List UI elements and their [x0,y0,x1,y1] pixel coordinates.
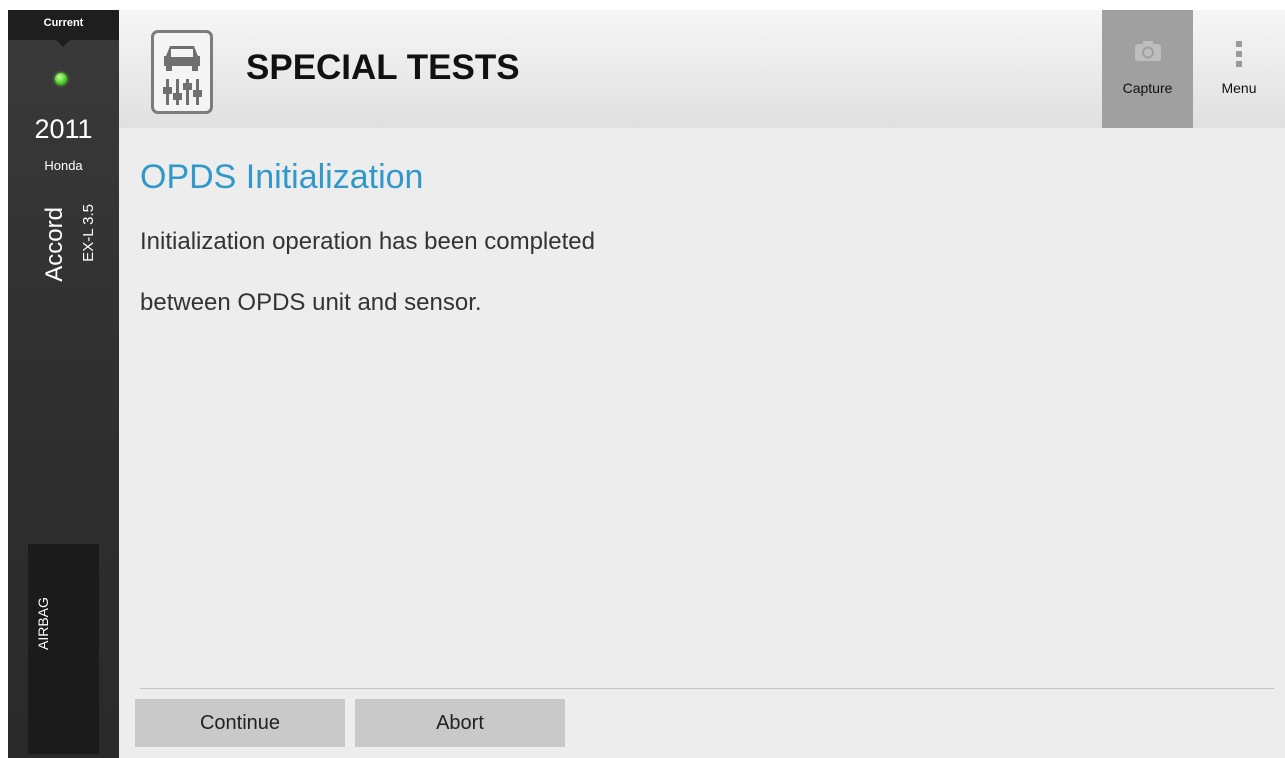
status-led-icon [55,73,67,85]
vehicle-year: 2011 [34,114,93,144]
page-title: SPECIAL TESTS [246,48,520,87]
camera-icon [1134,40,1162,65]
car-lift-icon [151,30,213,114]
vehicle-make: Honda [44,158,83,173]
capture-button[interactable]: Capture [1102,10,1193,128]
system-label: AIRBAG [35,597,51,650]
vehicle-trim: EX-L 3.5 [80,204,97,262]
current-tab[interactable]: Current [8,10,119,47]
menu-label: Menu [1221,80,1257,96]
app-window: Current 2011 Honda Accord EX-L 3.5 AIRBA… [8,10,1285,758]
status-message-line-1: Initialization operation has been comple… [140,228,595,255]
status-message-line-2: between OPDS unit and sensor. [140,289,482,316]
vehicle-model: Accord [41,207,68,282]
divider [140,688,1274,689]
capture-label: Capture [1122,80,1173,96]
test-title: OPDS Initialization [140,158,424,196]
vehicle-sidebar: Current 2011 Honda Accord EX-L 3.5 AIRBA… [8,10,119,758]
vertical-dots-icon [1235,40,1243,71]
continue-button[interactable]: Continue [135,699,345,747]
main-content: OPDS Initialization Initialization opera… [119,128,1285,758]
abort-button[interactable]: Abort [355,699,565,747]
menu-button[interactable]: Menu [1193,10,1285,128]
header-bar: SPECIAL TESTS Capture Menu [119,10,1285,128]
